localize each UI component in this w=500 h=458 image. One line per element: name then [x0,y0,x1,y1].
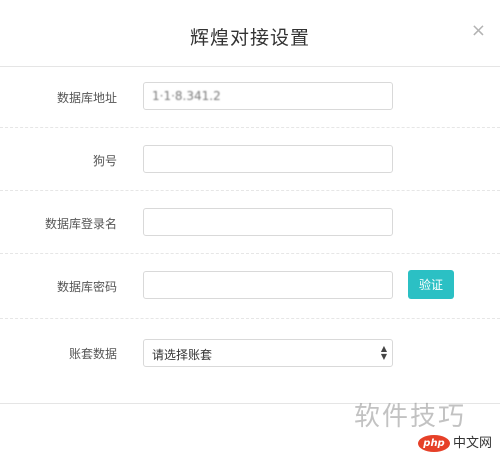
logo-text: 中文网 [453,436,493,451]
divider [0,190,500,191]
db-password-input[interactable] [143,271,393,299]
db-address-input[interactable]: 1·1·8.341.2 [143,82,393,110]
close-icon[interactable]: × [471,21,486,41]
watermark-logo: php 中文网 [418,434,494,454]
dog-number-label: 狗号 [92,154,117,168]
modal-header: 辉煌对接设置 × [0,0,500,67]
db-address-value: 1·1·8.341.2 [152,89,221,103]
select-arrows-icon: ▲ ▼ [380,344,387,361]
divider [0,253,500,254]
settings-modal: 辉煌对接设置 × 数据库地址 1·1·8.341.2 狗号 数据库登录名 数据库… [0,0,500,458]
php-logo-icon: php [418,435,450,452]
verify-button[interactable]: 验证 [408,270,454,299]
db-login-label: 数据库登录名 [44,217,117,231]
account-set-label: 账套数据 [68,347,117,361]
db-address-label: 数据库地址 [56,91,117,105]
modal-title: 辉煌对接设置 [189,27,310,49]
divider [0,127,500,128]
account-set-select[interactable]: 请选择账套 ▲ ▼ [143,339,393,367]
account-set-selected: 请选择账套 [152,348,213,362]
watermark-text: 软件技巧 [354,402,467,432]
divider [0,318,500,319]
dog-number-input[interactable] [143,145,393,173]
db-login-input[interactable] [143,208,393,236]
db-password-label: 数据库密码 [56,280,117,294]
